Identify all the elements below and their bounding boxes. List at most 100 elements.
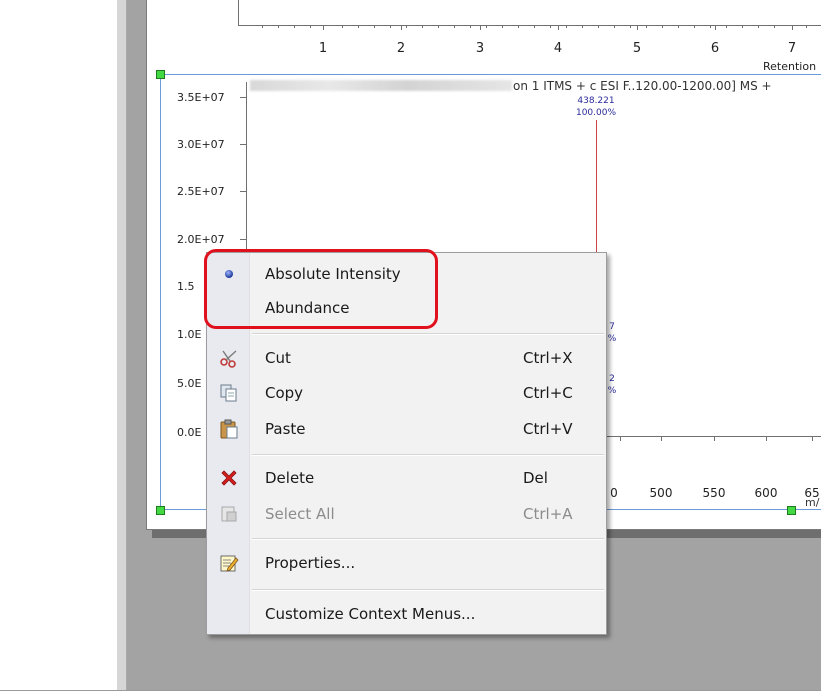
y-tick-label: 5.0E bbox=[177, 377, 202, 390]
top-x-minor-tick bbox=[470, 25, 471, 28]
properties-icon bbox=[219, 553, 239, 573]
top-x-minor-tick bbox=[582, 25, 583, 28]
top-x-minor-tick bbox=[566, 25, 567, 28]
menu-item-shortcut: Ctrl+A bbox=[523, 505, 573, 523]
menu-item-copy[interactable]: Copy Ctrl+C bbox=[207, 376, 606, 410]
top-x-minor-tick bbox=[758, 25, 759, 28]
pane-splitter[interactable] bbox=[117, 0, 127, 690]
top-x-tick bbox=[480, 25, 481, 30]
menu-item-label: Properties... bbox=[265, 554, 356, 572]
left-pane bbox=[0, 0, 118, 690]
menu-item-properties[interactable]: Properties... bbox=[207, 546, 606, 580]
top-x-minor-tick bbox=[646, 25, 647, 28]
top-x-tick bbox=[637, 25, 638, 30]
blurred-filename bbox=[250, 80, 512, 91]
peak-label-fragment: 7 bbox=[609, 322, 615, 332]
top-x-minor-tick bbox=[406, 25, 407, 28]
y-tick-label: 0.0E bbox=[177, 426, 202, 439]
top-x-minor-tick bbox=[294, 25, 295, 28]
top-x-minor-tick bbox=[342, 25, 343, 28]
top-x-minor-tick bbox=[518, 25, 519, 28]
peak-label-fragment: % bbox=[607, 386, 617, 396]
x-tick bbox=[812, 437, 813, 441]
highlight-annotation bbox=[204, 249, 438, 329]
top-x-minor-tick bbox=[742, 25, 743, 28]
top-x-minor-tick bbox=[534, 25, 535, 28]
peak-label-fragment: % bbox=[607, 334, 617, 344]
resize-handle-top-left[interactable] bbox=[156, 70, 165, 79]
x-tick bbox=[620, 437, 621, 441]
top-x-minor-tick bbox=[614, 25, 615, 28]
top-x-minor-tick bbox=[310, 25, 311, 28]
top-x-minor-tick bbox=[438, 25, 439, 28]
top-x-minor-tick bbox=[710, 25, 711, 28]
menu-item-customize-context-menus[interactable]: Customize Context Menus... bbox=[207, 597, 606, 631]
x-axis-title: m/ bbox=[805, 496, 820, 509]
x-tick bbox=[714, 437, 715, 441]
menu-item-paste[interactable]: Paste Ctrl+V bbox=[207, 412, 606, 446]
x-tick-label: 0 bbox=[610, 486, 618, 500]
menu-item-shortcut: Del bbox=[523, 469, 548, 487]
top-x-tick bbox=[401, 25, 402, 30]
top-chart-axis-title: Retention bbox=[763, 60, 817, 73]
top-x-tick-label: 2 bbox=[396, 41, 406, 56]
top-x-tick bbox=[558, 25, 559, 30]
top-x-tick bbox=[792, 25, 793, 30]
top-x-tick-label: 4 bbox=[553, 41, 563, 56]
top-x-minor-tick bbox=[630, 25, 631, 28]
menu-separator bbox=[252, 538, 604, 540]
y-tick-label: 2.5E+07 bbox=[177, 185, 225, 198]
resize-handle-bottom-right[interactable] bbox=[787, 506, 796, 515]
paste-icon bbox=[219, 419, 239, 439]
x-tick-label: 500 bbox=[649, 486, 673, 500]
top-x-minor-tick bbox=[678, 25, 679, 28]
top-x-minor-tick bbox=[694, 25, 695, 28]
copy-icon bbox=[219, 383, 239, 403]
peak-label-fragment: 2 bbox=[609, 374, 615, 384]
top-x-minor-tick bbox=[422, 25, 423, 28]
menu-item-shortcut: Ctrl+X bbox=[523, 349, 573, 367]
menu-item-select-all[interactable]: Select All Ctrl+A bbox=[207, 497, 606, 531]
menu-separator bbox=[252, 589, 604, 591]
menu-separator bbox=[252, 454, 604, 456]
menu-item-cut[interactable]: Cut Ctrl+X bbox=[207, 341, 606, 375]
peak-relative-label: 100.00% bbox=[575, 108, 617, 118]
y-tick bbox=[240, 191, 246, 192]
top-x-tick-label: 3 bbox=[475, 41, 485, 56]
menu-item-label: Delete bbox=[265, 469, 315, 487]
top-x-minor-tick bbox=[454, 25, 455, 28]
y-tick bbox=[240, 239, 246, 240]
top-x-minor-tick bbox=[806, 25, 807, 28]
top-x-tick-label: 7 bbox=[787, 41, 797, 56]
top-x-minor-tick bbox=[502, 25, 503, 28]
menu-item-shortcut: Ctrl+V bbox=[523, 420, 573, 438]
y-tick-label: 3.0E+07 bbox=[177, 138, 225, 151]
delete-x-icon bbox=[219, 468, 239, 488]
x-tick bbox=[766, 437, 767, 441]
menu-item-label: Paste bbox=[265, 420, 306, 438]
top-x-minor-tick bbox=[550, 25, 551, 28]
peak-mz-label: 438.221 bbox=[577, 96, 615, 106]
top-x-tick bbox=[715, 25, 716, 30]
menu-item-delete[interactable]: Delete Del bbox=[207, 461, 606, 495]
top-chart-left-axis bbox=[238, 0, 239, 25]
top-x-tick-label: 6 bbox=[710, 41, 720, 56]
top-x-minor-tick bbox=[278, 25, 279, 28]
top-x-minor-tick bbox=[262, 25, 263, 28]
top-x-minor-tick bbox=[486, 25, 487, 28]
select-all-icon bbox=[219, 504, 239, 524]
y-tick bbox=[240, 144, 246, 145]
x-tick-label: 550 bbox=[702, 486, 726, 500]
top-x-minor-tick bbox=[598, 25, 599, 28]
y-tick-label: 3.5E+07 bbox=[177, 91, 225, 104]
y-tick-label: 1.0E bbox=[177, 328, 202, 341]
top-x-minor-tick bbox=[726, 25, 727, 28]
x-tick bbox=[661, 437, 662, 441]
top-x-tick-label: 5 bbox=[632, 41, 642, 56]
y-tick-label: 1.5 bbox=[177, 280, 195, 293]
y-tick bbox=[240, 97, 246, 98]
resize-handle-bottom-left[interactable] bbox=[156, 506, 165, 515]
top-x-minor-tick bbox=[774, 25, 775, 28]
menu-separator bbox=[252, 333, 604, 335]
top-x-minor-tick bbox=[358, 25, 359, 28]
